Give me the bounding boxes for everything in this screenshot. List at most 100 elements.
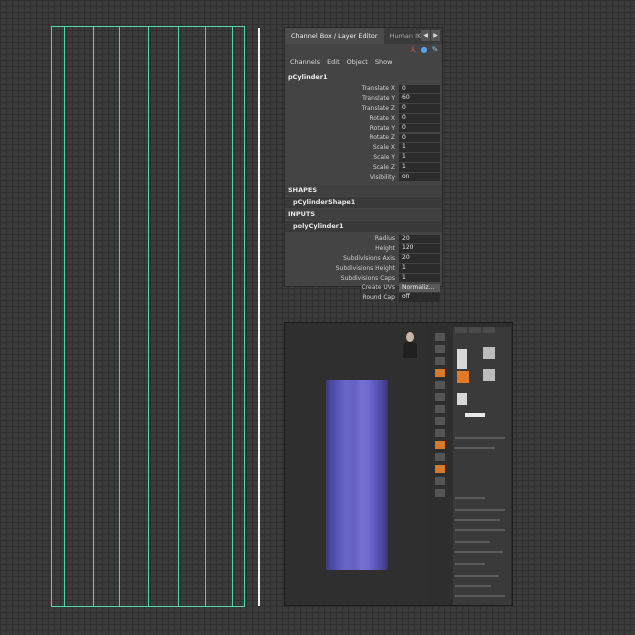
attribute-value-field[interactable]: off	[399, 293, 440, 302]
tool-button[interactable]	[435, 345, 445, 353]
attribute-value-field[interactable]: 1	[399, 153, 440, 162]
attribute-label[interactable]: Round Cap	[285, 294, 399, 301]
shapes-header: SHAPES	[285, 184, 442, 196]
attribute-value-field[interactable]: 1	[399, 273, 440, 283]
attribute-label[interactable]: Translate Z	[285, 105, 399, 112]
tool-thumbnail[interactable]	[483, 347, 495, 359]
attribute-label[interactable]: Subdivisions Height	[285, 265, 399, 272]
wireframe-edge	[93, 27, 94, 606]
attribute-row: Translate Y 60	[285, 94, 442, 104]
attribute-value-field[interactable]: on	[399, 172, 440, 182]
palette-row	[455, 541, 490, 543]
cylinder-mesh[interactable]	[326, 380, 388, 570]
tool-button[interactable]	[435, 393, 445, 401]
attribute-label[interactable]: Translate Y	[285, 95, 399, 102]
channel-box-toolbar: ⅄ ● ✎	[285, 44, 442, 55]
attribute-row: Round Cap off	[285, 293, 442, 303]
tool-button[interactable]	[435, 369, 445, 377]
channel-box-menu: Channels Edit Object Show	[285, 55, 442, 71]
tab-channel-box[interactable]: Channel Box / Layer Editor	[285, 28, 384, 44]
attribute-label[interactable]: Height	[285, 245, 399, 252]
tool-button[interactable]	[435, 381, 445, 389]
tool-button[interactable]	[435, 441, 445, 449]
zbrush-canvas[interactable]	[286, 324, 427, 605]
attribute-value-field[interactable]: 20	[399, 254, 440, 263]
attribute-label[interactable]: Create UVs	[285, 284, 399, 291]
palette-row	[455, 519, 500, 521]
attribute-label[interactable]: Subdivisions Axis	[285, 255, 399, 262]
menu-edit[interactable]: Edit	[327, 58, 340, 68]
tool-button[interactable]	[435, 489, 445, 497]
tool-thumbnail[interactable]	[457, 371, 469, 383]
attribute-label[interactable]: Visibility	[285, 174, 399, 181]
tab-scroll-arrows: ◀ ▶	[421, 30, 440, 41]
tool-button[interactable]	[435, 417, 445, 425]
attribute-value-field[interactable]: 0	[399, 84, 440, 94]
cylinder-wireframe[interactable]	[51, 26, 245, 607]
attribute-value-field[interactable]: 1	[399, 143, 440, 152]
input-node[interactable]: polyCylinder1	[285, 220, 442, 232]
subtool-preview[interactable]	[465, 413, 485, 417]
attribute-value-field[interactable]: 0	[399, 104, 440, 113]
tool-button[interactable]	[435, 453, 445, 461]
attribute-label[interactable]: Radius	[285, 235, 399, 242]
attribute-row: Subdivisions Height 1	[285, 263, 442, 273]
palette-row	[455, 563, 485, 565]
attribute-row: Height 120	[285, 244, 442, 254]
shape-node[interactable]: pCylinderShape1	[285, 196, 442, 208]
attribute-value-field[interactable]: 0	[399, 133, 440, 143]
palette-row	[455, 575, 499, 577]
inputs-header: INPUTS	[285, 208, 442, 220]
tool-thumbnail[interactable]	[457, 393, 467, 405]
palette-row	[455, 447, 495, 449]
palette-tab[interactable]	[483, 327, 495, 333]
palette-row	[455, 509, 505, 511]
attribute-label[interactable]: Translate X	[285, 85, 399, 92]
attribute-label[interactable]: Scale X	[285, 144, 399, 151]
palette-row	[455, 551, 503, 553]
attribute-label[interactable]: Subdivisions Caps	[285, 275, 399, 282]
menu-show[interactable]: Show	[375, 58, 393, 68]
attribute-label[interactable]: Rotate Z	[285, 134, 399, 141]
palette-tab[interactable]	[455, 327, 467, 333]
attribute-label[interactable]: Scale Y	[285, 154, 399, 161]
object-name[interactable]: pCylinder1	[285, 71, 442, 84]
arrow-right-icon[interactable]: ▶	[431, 30, 440, 41]
axes-icon[interactable]: ⅄	[409, 45, 417, 54]
channel-box-panel: Channel Box / Layer Editor Human IK ◀ ▶ …	[284, 27, 443, 302]
tool-button[interactable]	[435, 357, 445, 365]
zbrush-window	[284, 322, 513, 606]
attribute-row: Rotate X0	[285, 113, 442, 123]
tool-button[interactable]	[435, 333, 445, 341]
attribute-value-field[interactable]: 120	[399, 244, 440, 253]
tool-button[interactable]	[435, 465, 445, 473]
tool-thumbnail[interactable]	[457, 349, 467, 369]
attribute-label[interactable]: Scale Z	[285, 164, 399, 171]
menu-channels[interactable]: Channels	[290, 58, 320, 68]
attribute-row: Scale X1	[285, 143, 442, 153]
attribute-value-field[interactable]: 1	[399, 163, 440, 172]
attribute-row: Radius 20	[285, 234, 442, 244]
attribute-value-field[interactable]: Normaliz...	[399, 283, 440, 293]
tool-thumbnail[interactable]	[483, 369, 495, 381]
attribute-value-field[interactable]: 0	[399, 114, 440, 123]
attribute-value-field[interactable]: 20	[399, 234, 440, 244]
attribute-label[interactable]: Rotate Y	[285, 125, 399, 132]
pencil-icon[interactable]: ✎	[431, 45, 439, 54]
arrow-left-icon[interactable]: ◀	[421, 30, 430, 41]
attribute-row: Subdivisions Axis 20	[285, 254, 442, 264]
tool-button[interactable]	[435, 429, 445, 437]
attribute-value-field[interactable]: 0	[399, 123, 440, 133]
attribute-value-field[interactable]: 60	[399, 94, 440, 103]
tool-button[interactable]	[435, 405, 445, 413]
attribute-value-field[interactable]: 1	[399, 264, 440, 273]
wireframe-edge	[119, 27, 120, 606]
tool-button[interactable]	[435, 477, 445, 485]
sphere-icon[interactable]: ●	[420, 45, 428, 54]
palette-tab[interactable]	[469, 327, 481, 333]
attribute-row: Translate Z0	[285, 104, 442, 114]
attribute-label[interactable]: Rotate X	[285, 115, 399, 122]
menu-object[interactable]: Object	[347, 58, 368, 68]
avatar-body	[403, 342, 417, 358]
palette-row	[455, 595, 505, 597]
